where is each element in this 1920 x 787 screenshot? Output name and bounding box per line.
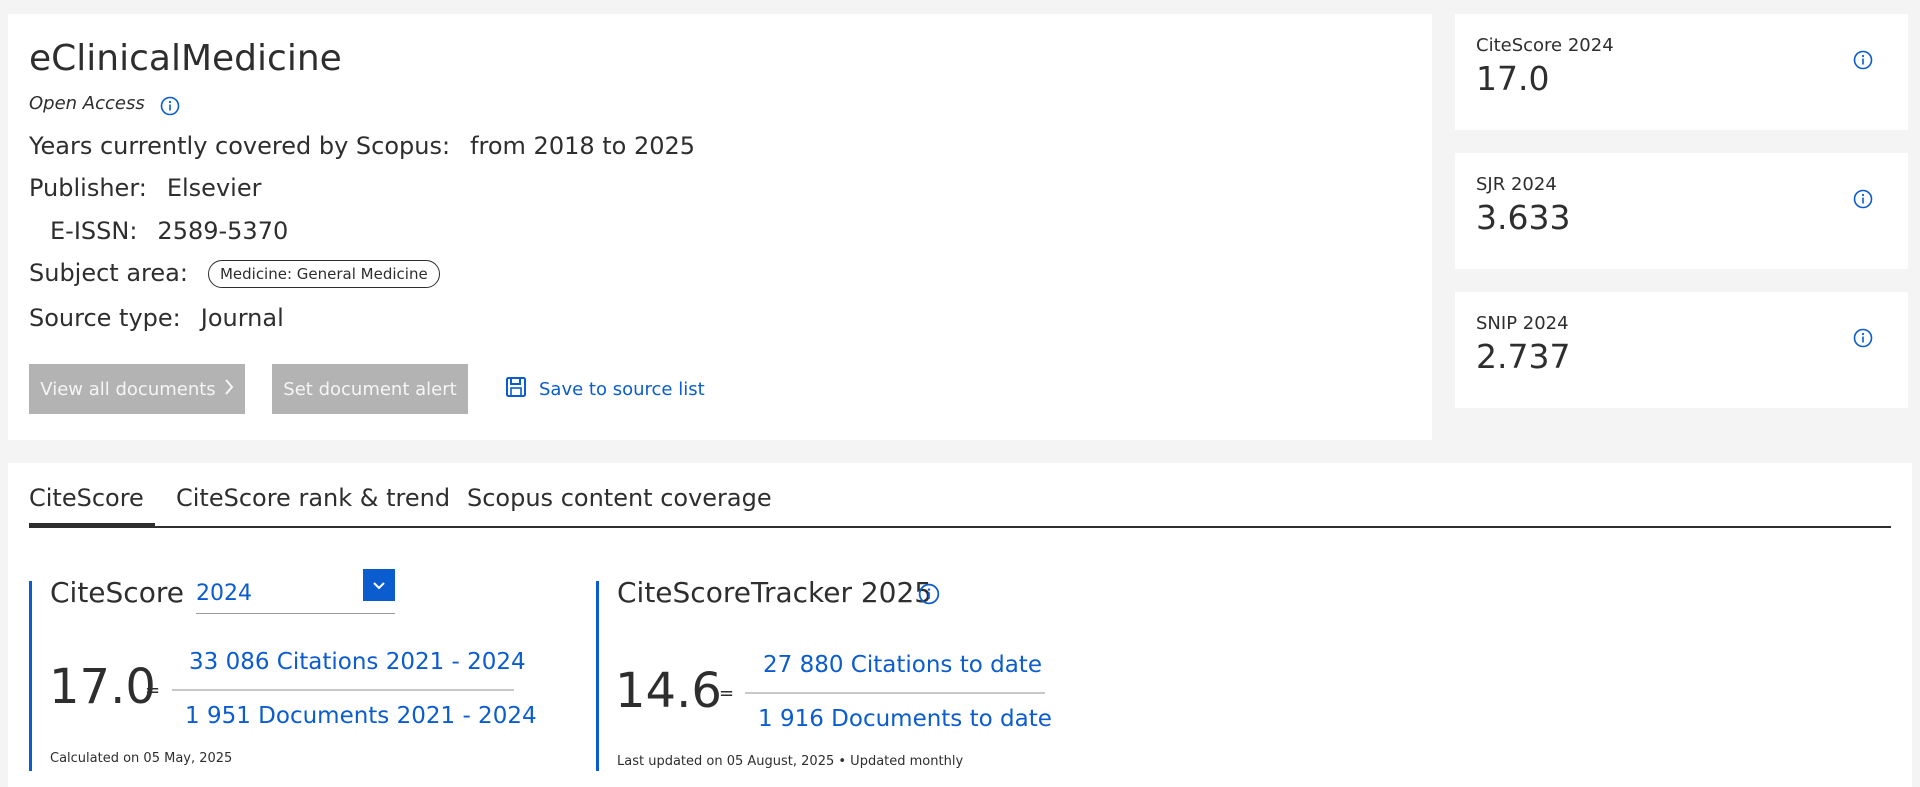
subject-area-row: Subject area: Medicine: General Medicine <box>29 259 440 288</box>
source-type-row: Source type: Journal <box>29 304 284 332</box>
eissn-row: E-ISSN: 2589-5370 <box>50 217 288 245</box>
view-all-documents-label: View all documents <box>40 378 216 400</box>
tracker-value: 14.6 <box>615 663 722 719</box>
publisher-label: Publisher: <box>29 174 147 202</box>
source-type-value: Journal <box>200 304 284 332</box>
tracker-citations-link[interactable]: 27 880 Citations to date <box>763 652 1042 678</box>
tracker-heading: CiteScoreTracker 2025 <box>617 576 933 609</box>
citescore-calculated-date: Calculated on 05 May, 2025 <box>50 751 233 766</box>
info-icon[interactable] <box>1853 328 1873 348</box>
tracker-equals: = <box>719 683 735 704</box>
eissn-value: 2589-5370 <box>157 217 289 245</box>
source-title: eClinicalMedicine <box>29 38 342 79</box>
citescore-heading: CiteScore <box>50 576 184 609</box>
metric-value: 17.0 <box>1476 59 1550 98</box>
metric-label: SJR 2024 <box>1476 174 1557 195</box>
source-info-card: eClinicalMedicine Open Access Years curr… <box>8 14 1432 440</box>
open-access-label: Open Access <box>29 93 145 114</box>
subject-area-chip[interactable]: Medicine: General Medicine <box>207 260 440 288</box>
citescore-accent-bar <box>29 581 32 771</box>
year-dropdown-button[interactable] <box>363 569 395 601</box>
save-to-source-list-link[interactable]: Save to source list <box>505 376 705 403</box>
metric-label: CiteScore 2024 <box>1476 35 1614 56</box>
metric-label: SNIP 2024 <box>1476 313 1569 334</box>
source-type-label: Source type: <box>29 304 181 332</box>
years-label: Years currently covered by Scopus: <box>29 132 451 160</box>
citescore-metric-card: CiteScore 2024 17.0 <box>1455 14 1908 130</box>
set-document-alert-label: Set document alert <box>283 378 457 400</box>
chevron-down-icon <box>372 576 386 595</box>
info-icon[interactable] <box>918 583 940 605</box>
info-icon[interactable] <box>1853 50 1873 70</box>
citescore-citations-link[interactable]: 33 086 Citations 2021 - 2024 <box>189 649 526 675</box>
tracker-accent-bar <box>596 581 599 771</box>
sjr-metric-card: SJR 2024 3.633 <box>1455 153 1908 269</box>
tracker-fraction-line <box>745 692 1045 694</box>
citescore-documents-link[interactable]: 1 951 Documents 2021 - 2024 <box>185 703 537 729</box>
citescore-fraction-line <box>172 689 514 691</box>
view-all-documents-button[interactable]: View all documents <box>29 364 245 414</box>
eissn-label: E-ISSN: <box>50 217 138 245</box>
publisher-value: Elsevier <box>166 174 262 202</box>
tab-citescore[interactable]: CiteScore <box>29 484 144 512</box>
snip-metric-card: SNIP 2024 2.737 <box>1455 292 1908 408</box>
tracker-updated-note: Last updated on 05 August, 2025 • Update… <box>617 754 964 769</box>
metric-value: 3.633 <box>1476 198 1571 237</box>
set-document-alert-button[interactable]: Set document alert <box>272 364 468 414</box>
tab-scopus-content-coverage[interactable]: Scopus content coverage <box>467 484 772 512</box>
citescore-value: 17.0 <box>49 659 156 715</box>
tab-citescore-rank-trend[interactable]: CiteScore rank & trend <box>176 484 450 512</box>
metric-value: 2.737 <box>1476 337 1571 376</box>
publisher-row: Publisher: Elsevier <box>29 174 261 202</box>
years-covered-row: Years currently covered by Scopus: from 2… <box>29 132 695 160</box>
info-icon[interactable] <box>160 96 180 116</box>
info-icon[interactable] <box>1853 189 1873 209</box>
tabs-divider <box>29 526 1891 528</box>
save-to-source-list-label: Save to source list <box>539 379 705 400</box>
year-select-value: 2024 <box>196 581 252 606</box>
citescore-tabs-card: CiteScore CiteScore rank & trend Scopus … <box>8 463 1912 787</box>
citescore-equals: = <box>145 680 161 701</box>
save-icon <box>505 376 527 403</box>
tracker-documents-link[interactable]: 1 916 Documents to date <box>758 706 1052 732</box>
chevron-right-icon <box>224 378 234 401</box>
years-value: from 2018 to 2025 <box>470 132 696 160</box>
subject-label: Subject area: <box>29 259 188 287</box>
